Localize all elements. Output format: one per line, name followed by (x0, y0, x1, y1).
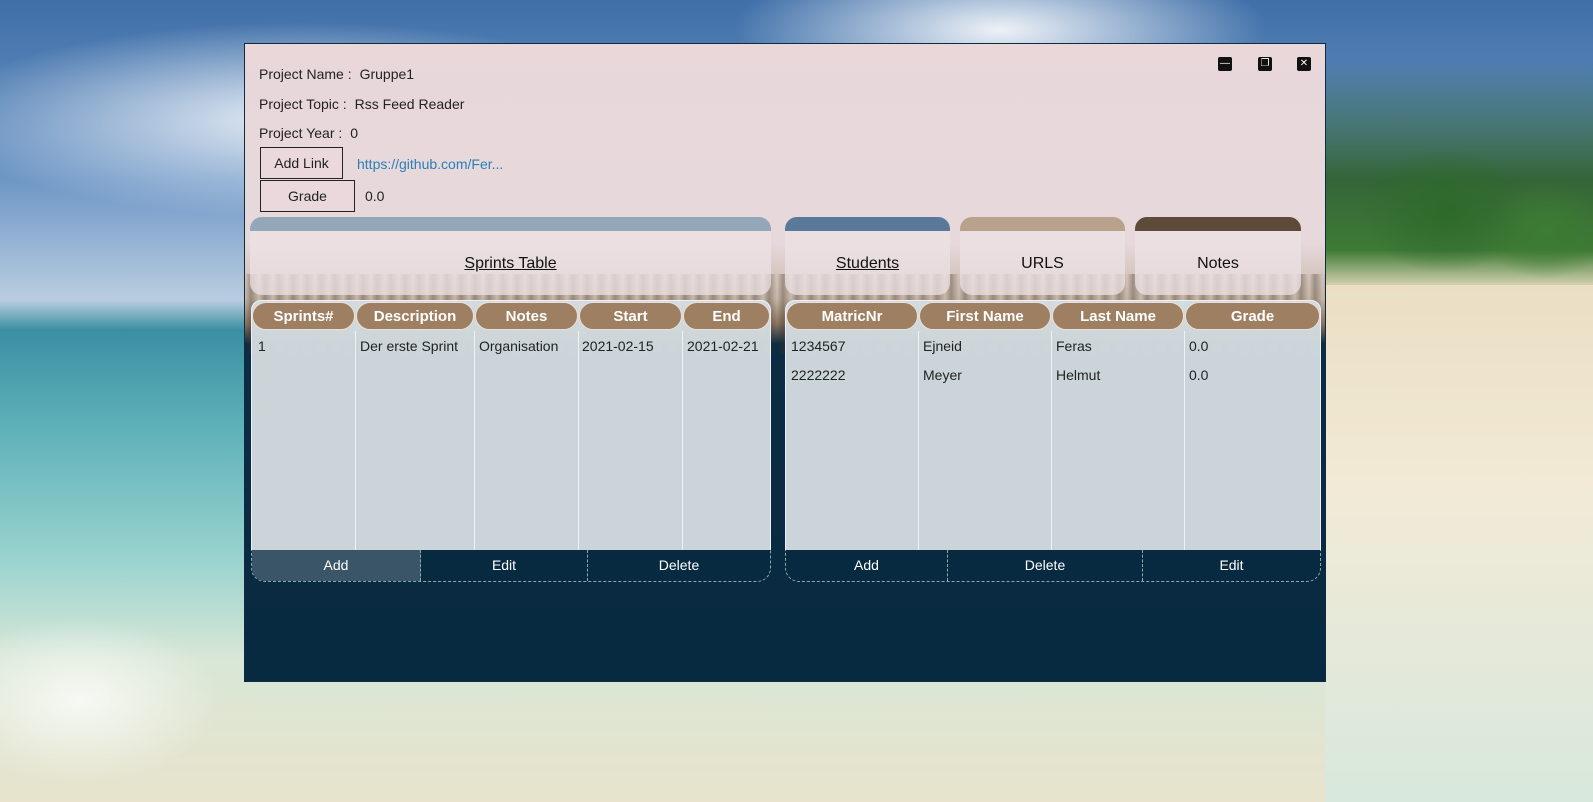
sprints-table: Sprints# Description Notes Start End 1 D… (251, 300, 771, 552)
project-year-label: Project Year : (259, 125, 343, 141)
tab-urls[interactable]: URLS (960, 217, 1125, 295)
students-table: MatricNr First Name Last Name Grade 1234… (785, 300, 1321, 552)
cell-first-name: Meyer (923, 367, 962, 383)
minimize-icon: — (1220, 58, 1230, 69)
student-edit-button[interactable]: Edit (1143, 550, 1320, 581)
add-link-button[interactable]: Add Link (260, 147, 343, 179)
tab-students[interactable]: Students (785, 217, 950, 295)
project-name-row: Project Name : Gruppe1 (259, 66, 414, 82)
column-divider (474, 331, 475, 551)
student-delete-button[interactable]: Delete (948, 550, 1143, 581)
column-header-sprint-number[interactable]: Sprints# (252, 302, 355, 330)
restore-icon: ❐ (1260, 58, 1270, 69)
column-header-first-name[interactable]: First Name (919, 302, 1051, 330)
cell-end: 2021-02-21 (687, 338, 759, 354)
tab-label: Students (835, 255, 900, 272)
cell-matricnr: 2222222 (791, 367, 846, 383)
cell-last-name: Helmut (1056, 367, 1101, 383)
sprints-table-header: Sprints# Description Notes Start End (252, 301, 770, 331)
background-foam (0, 520, 250, 802)
students-table-header: MatricNr First Name Last Name Grade (786, 301, 1320, 331)
column-header-description[interactable]: Description (356, 302, 474, 330)
project-name-value: Gruppe1 (359, 66, 415, 82)
column-divider (578, 331, 579, 551)
project-name-label: Project Name : (259, 66, 352, 82)
sprints-button-bar: Add Edit Delete (251, 550, 771, 582)
column-divider (682, 331, 683, 551)
project-topic-row: Project Topic : Rss Feed Reader (259, 96, 464, 112)
tab-label: URLS (1021, 255, 1064, 272)
cell-description: Der erste Sprint (360, 338, 459, 354)
cell-matricnr: 1234567 (791, 338, 846, 354)
student-add-button[interactable]: Add (786, 550, 948, 581)
background-palms (1325, 60, 1593, 290)
restore-button[interactable]: ❐ (1258, 57, 1272, 71)
cell-notes: Organisation (479, 338, 559, 354)
tab-label: Sprints Table (464, 255, 557, 272)
tab-strip (1135, 217, 1301, 231)
tab-notes[interactable]: Notes (1135, 217, 1301, 295)
sprint-add-button[interactable]: Add (252, 550, 421, 581)
grade-value: 0.0 (365, 188, 385, 204)
close-icon: ✕ (1299, 58, 1309, 69)
column-header-start[interactable]: Start (579, 302, 682, 330)
tab-strip (785, 217, 950, 231)
column-header-matricnr[interactable]: MatricNr (786, 302, 918, 330)
column-divider (355, 331, 356, 551)
project-link[interactable]: https://github.com/Fer... (357, 156, 503, 172)
students-button-bar: Add Delete Edit (785, 550, 1321, 582)
tab-sprints-table[interactable]: Sprints Table (250, 217, 771, 295)
minimize-button[interactable]: — (1218, 57, 1232, 71)
column-divider (1051, 331, 1052, 551)
column-divider (1184, 331, 1185, 551)
project-topic-label: Project Topic : (259, 96, 347, 112)
column-header-grade[interactable]: Grade (1185, 302, 1320, 330)
cell-last-name: Feras (1056, 338, 1092, 354)
column-header-last-name[interactable]: Last Name (1052, 302, 1184, 330)
cell-grade: 0.0 (1189, 338, 1209, 354)
cell-start: 2021-02-15 (582, 338, 654, 354)
tab-strip (960, 217, 1125, 231)
project-topic-value: Rss Feed Reader (354, 96, 465, 112)
column-divider (918, 331, 919, 551)
tab-label: Notes (1197, 255, 1239, 272)
cell-first-name: Ejneid (923, 338, 962, 354)
sprint-delete-button[interactable]: Delete (588, 550, 770, 581)
cell-grade: 0.0 (1189, 367, 1209, 383)
project-window: Project Name : Gruppe1 Project Topic : Rss… (244, 43, 1326, 682)
project-year-value: 0 (350, 125, 359, 141)
close-button[interactable]: ✕ (1297, 57, 1311, 71)
cell-sprint-number: 1 (258, 338, 266, 354)
background-sand (1325, 285, 1593, 802)
sprint-edit-button[interactable]: Edit (421, 550, 588, 581)
grade-button[interactable]: Grade (260, 180, 355, 212)
tab-strip (250, 217, 771, 231)
column-header-notes[interactable]: Notes (475, 302, 578, 330)
project-year-row: Project Year : 0 (259, 125, 358, 141)
column-header-end[interactable]: End (683, 302, 770, 330)
